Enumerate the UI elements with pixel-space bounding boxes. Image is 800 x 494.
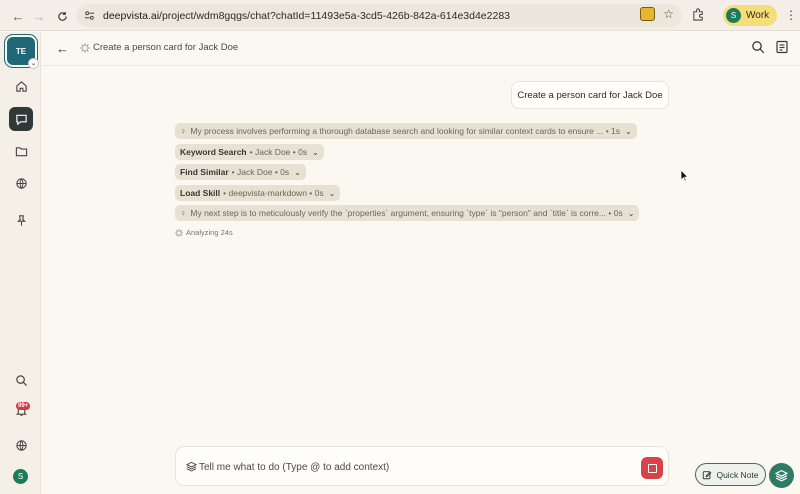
forward-icon[interactable]: →	[28, 5, 50, 27]
step-text: • Jack Doe	[249, 147, 291, 157]
layers-fab-button[interactable]	[769, 463, 794, 488]
chevron-down-icon: ⌄	[625, 126, 632, 136]
back-arrow-icon[interactable]: ←	[56, 41, 69, 56]
stop-generation-button[interactable]	[641, 457, 663, 479]
chat-composer	[175, 446, 669, 486]
chevron-down-icon: ⌄	[294, 167, 301, 177]
loading-spinner-icon	[175, 228, 183, 237]
analyzing-status: Analyzing 24s	[175, 228, 233, 237]
reload-icon[interactable]	[51, 5, 73, 27]
url-domain: deepvista.ai	[103, 9, 160, 22]
tool-step-find-similar[interactable]: Find Similar • Jack Doe • 0s ⌄	[175, 164, 306, 180]
profile-label: Work	[746, 10, 770, 21]
user-avatar[interactable]: S	[13, 469, 28, 484]
chevron-down-icon: ⌄	[28, 58, 39, 69]
address-bar[interactable]: deepvista.ai/project/wdm8gqgs/chat?chatI…	[76, 4, 682, 27]
site-settings-icon[interactable]	[84, 10, 95, 21]
quick-note-button[interactable]: Quick Note	[695, 463, 766, 486]
lightbulb-icon: ♀	[180, 208, 187, 218]
document-list-icon[interactable]	[775, 40, 789, 54]
mouse-cursor-icon	[680, 169, 689, 182]
step-time: • 0s	[274, 167, 290, 177]
left-rail: TE ⌄ 99+ S	[0, 32, 41, 494]
url-path: /project/wdm8gqgs/chat?chatId=11493e5a-3…	[159, 9, 510, 22]
thinking-step[interactable]: ♀ My next step is to meticulously verify…	[175, 205, 640, 221]
profile-chip[interactable]: S Work	[723, 5, 778, 26]
globe-network-icon[interactable]	[9, 171, 33, 195]
browser-toolbar: ← → deepvista.ai/project/wdm8gqgs/chat?c…	[0, 0, 800, 31]
step-time: • 0s	[309, 188, 324, 198]
extension-icon[interactable]	[640, 7, 656, 21]
step-text: • Jack Doe	[231, 167, 273, 177]
step-tool-name: Find Similar	[180, 167, 229, 177]
bookmark-star-icon[interactable]: ☆	[663, 7, 674, 21]
chevron-down-icon: ⌄	[312, 147, 319, 157]
folder-icon[interactable]	[9, 139, 33, 163]
search-icon[interactable]	[751, 40, 765, 54]
workspace-initials: TE	[15, 46, 27, 56]
step-time: • 0s	[608, 208, 623, 218]
user-message-text: Create a person card for Jack Doe	[517, 89, 663, 101]
tool-step-keyword-search[interactable]: Keyword Search • Jack Doe • 0s ⌄	[175, 144, 324, 160]
edit-note-icon	[703, 470, 712, 479]
extensions-puzzle-icon[interactable]	[692, 8, 705, 21]
analyzing-text: Analyzing 24s	[186, 228, 233, 237]
browser-menu-icon[interactable]: ⋮	[785, 8, 797, 22]
step-text: • deepvista-markdown	[223, 188, 307, 198]
step-text: My next step is to meticulously verify t…	[190, 208, 606, 218]
layers-icon[interactable]	[186, 461, 197, 472]
language-globe-icon[interactable]	[9, 433, 33, 457]
step-text: My process involves performing a thoroug…	[190, 126, 604, 136]
step-time: • 1s	[605, 126, 621, 136]
back-icon[interactable]: ←	[7, 5, 29, 27]
pin-icon[interactable]	[9, 208, 33, 232]
quick-note-label: Quick Note	[716, 469, 759, 480]
home-icon[interactable]	[9, 74, 33, 98]
chevron-down-icon: ⌄	[328, 188, 336, 198]
workspace-switcher[interactable]: TE ⌄	[7, 37, 39, 69]
step-tool-name: Keyword Search	[180, 147, 247, 157]
search-icon[interactable]	[9, 368, 33, 392]
chat-title: Create a person card for Jack Doe	[93, 42, 239, 53]
chat-header: ← Create a person card for Jack Doe	[42, 32, 800, 66]
chat-icon[interactable]	[9, 107, 33, 131]
tool-step-load-skill[interactable]: Load Skill • deepvista-markdown • 0s ⌄	[175, 185, 341, 201]
thinking-step[interactable]: ♀ My process involves performing a thoro…	[175, 123, 637, 139]
step-time: • 0s	[292, 147, 308, 157]
layers-icon	[775, 469, 788, 482]
stop-icon	[647, 463, 657, 473]
lightbulb-icon: ♀	[180, 126, 187, 136]
url-text: deepvista.ai/project/wdm8gqgs/chat?chatI…	[103, 10, 510, 22]
notification-badge: 99+	[16, 402, 31, 410]
profile-avatar: S	[726, 8, 741, 23]
chevron-down-icon: ⌄	[627, 208, 635, 218]
user-message-bubble: Create a person card for Jack Doe	[511, 81, 669, 109]
step-tool-name: Load Skill	[180, 188, 221, 198]
chat-input[interactable]	[199, 458, 619, 476]
loading-spinner-icon	[80, 43, 90, 53]
